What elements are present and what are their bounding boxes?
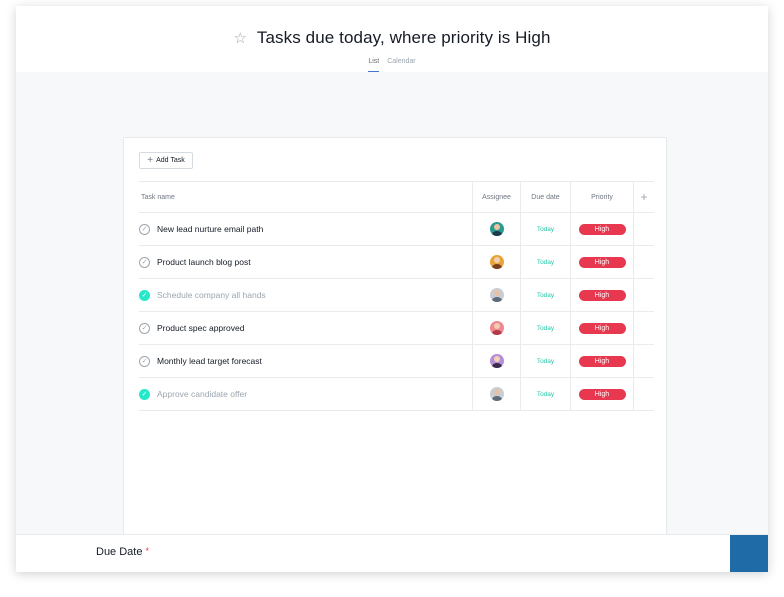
avatar[interactable] [489, 321, 504, 335]
avatar[interactable] [489, 354, 504, 368]
task-list-card: + Add Task Task name Assignee Due date P… [124, 138, 666, 572]
task-name-cell[interactable]: ✓ Schedule company all hands [139, 279, 473, 311]
tab-list[interactable]: List [368, 58, 380, 72]
table-row[interactable]: ✓ Product launch blog post Today High [139, 246, 654, 279]
priority-badge[interactable]: High [578, 322, 626, 334]
task-name: Approve candidate offer [157, 389, 248, 399]
add-column-plus-icon[interactable]: + [634, 182, 654, 212]
empty-cell [634, 246, 654, 278]
task-name: New lead nurture email path [157, 224, 264, 234]
table-row[interactable]: ✓ Approve candidate offer Today High [139, 378, 654, 411]
task-name: Monthly lead target forecast [157, 356, 262, 366]
checkmark-icon[interactable]: ✓ [139, 256, 150, 268]
assignee-cell[interactable] [473, 246, 521, 278]
priority-badge[interactable]: High [578, 289, 626, 301]
due-date-cell[interactable]: Today [521, 213, 571, 245]
due-date-cell[interactable]: Today [521, 279, 571, 311]
priority-cell[interactable]: High [571, 213, 634, 245]
task-name-cell[interactable]: ✓ New lead nurture email path [139, 213, 473, 245]
due-date-field-label: Due Date * [96, 546, 149, 558]
add-task-label: Add Task [156, 157, 185, 164]
column-header-priority[interactable]: Priority [571, 182, 634, 212]
checkmark-icon[interactable]: ✓ [139, 388, 150, 400]
task-name-cell[interactable]: ✓ Monthly lead target forecast [139, 345, 473, 377]
due-date: Today [536, 324, 555, 332]
table-row[interactable]: ✓ Schedule company all hands Today High [139, 279, 654, 312]
assignee-cell[interactable] [473, 378, 521, 410]
page-header: ☆ Tasks due today, where priority is Hig… [16, 6, 768, 72]
empty-cell [634, 378, 654, 410]
priority-badge[interactable]: High [578, 223, 626, 235]
task-name-cell[interactable]: ✓ Product spec approved [139, 312, 473, 344]
due-date-cell[interactable]: Today [521, 312, 571, 344]
priority-cell[interactable]: High [571, 312, 634, 344]
column-header-assignee[interactable]: Assignee [473, 182, 521, 212]
assignee-cell[interactable] [473, 312, 521, 344]
app-window: ☆ Tasks due today, where priority is Hig… [16, 6, 768, 572]
page-title: Tasks due today, where priority is High [256, 28, 551, 47]
avatar[interactable] [489, 288, 504, 302]
checkmark-icon[interactable]: ✓ [139, 289, 150, 301]
empty-cell [634, 345, 654, 377]
due-date: Today [536, 258, 555, 266]
empty-cell [634, 279, 654, 311]
avatar[interactable] [489, 222, 504, 236]
priority-cell[interactable]: High [571, 279, 634, 311]
due-date: Today [536, 390, 555, 398]
table-row[interactable]: ✓ Monthly lead target forecast Today Hig… [139, 345, 654, 378]
assignee-cell[interactable] [473, 279, 521, 311]
task-name-cell[interactable]: ✓ Product launch blog post [139, 246, 473, 278]
required-marker: * [145, 546, 149, 556]
table-row[interactable]: ✓ New lead nurture email path Today High [139, 213, 654, 246]
action-button[interactable] [730, 535, 768, 572]
due-date-label-text: Due Date [96, 546, 143, 558]
task-name-cell[interactable]: ✓ Approve candidate offer [139, 378, 473, 410]
assignee-cell[interactable] [473, 213, 521, 245]
priority-cell[interactable]: High [571, 345, 634, 377]
assignee-cell[interactable] [473, 345, 521, 377]
table-row[interactable]: ✓ Product spec approved Today High [139, 312, 654, 345]
column-header-due-date[interactable]: Due date [521, 182, 571, 212]
empty-cell [634, 312, 654, 344]
priority-badge[interactable]: High [578, 355, 626, 367]
task-table: Task name Assignee Due date Priority + ✓… [139, 181, 654, 411]
task-name: Schedule company all hands [157, 290, 266, 300]
avatar[interactable] [489, 255, 504, 269]
avatar[interactable] [489, 387, 504, 401]
plus-icon: + [147, 154, 154, 166]
checkmark-icon[interactable]: ✓ [139, 223, 150, 235]
due-date-cell[interactable]: Today [521, 378, 571, 410]
checkmark-icon[interactable]: ✓ [139, 322, 150, 334]
priority-cell[interactable]: High [571, 378, 634, 410]
due-date: Today [536, 225, 555, 233]
add-task-button[interactable]: + Add Task [139, 152, 193, 169]
tab-calendar[interactable]: Calendar [387, 58, 415, 72]
due-date: Today [536, 291, 555, 299]
title-row: ☆ Tasks due today, where priority is Hig… [16, 26, 768, 50]
task-name: Product spec approved [157, 323, 245, 333]
checkmark-icon[interactable]: ✓ [139, 355, 150, 367]
priority-badge[interactable]: High [578, 256, 626, 268]
star-icon[interactable]: ☆ [233, 31, 246, 46]
priority-badge[interactable]: High [578, 388, 626, 400]
due-date-cell[interactable]: Today [521, 345, 571, 377]
due-date-cell[interactable]: Today [521, 246, 571, 278]
column-header-task-name[interactable]: Task name [139, 182, 473, 212]
empty-cell [634, 213, 654, 245]
due-date-form-bar: Due Date * [16, 534, 768, 572]
due-date: Today [536, 357, 555, 365]
task-name: Product launch blog post [157, 257, 251, 267]
table-header: Task name Assignee Due date Priority + [139, 181, 654, 213]
view-tabs: List Calendar [16, 58, 768, 72]
priority-cell[interactable]: High [571, 246, 634, 278]
